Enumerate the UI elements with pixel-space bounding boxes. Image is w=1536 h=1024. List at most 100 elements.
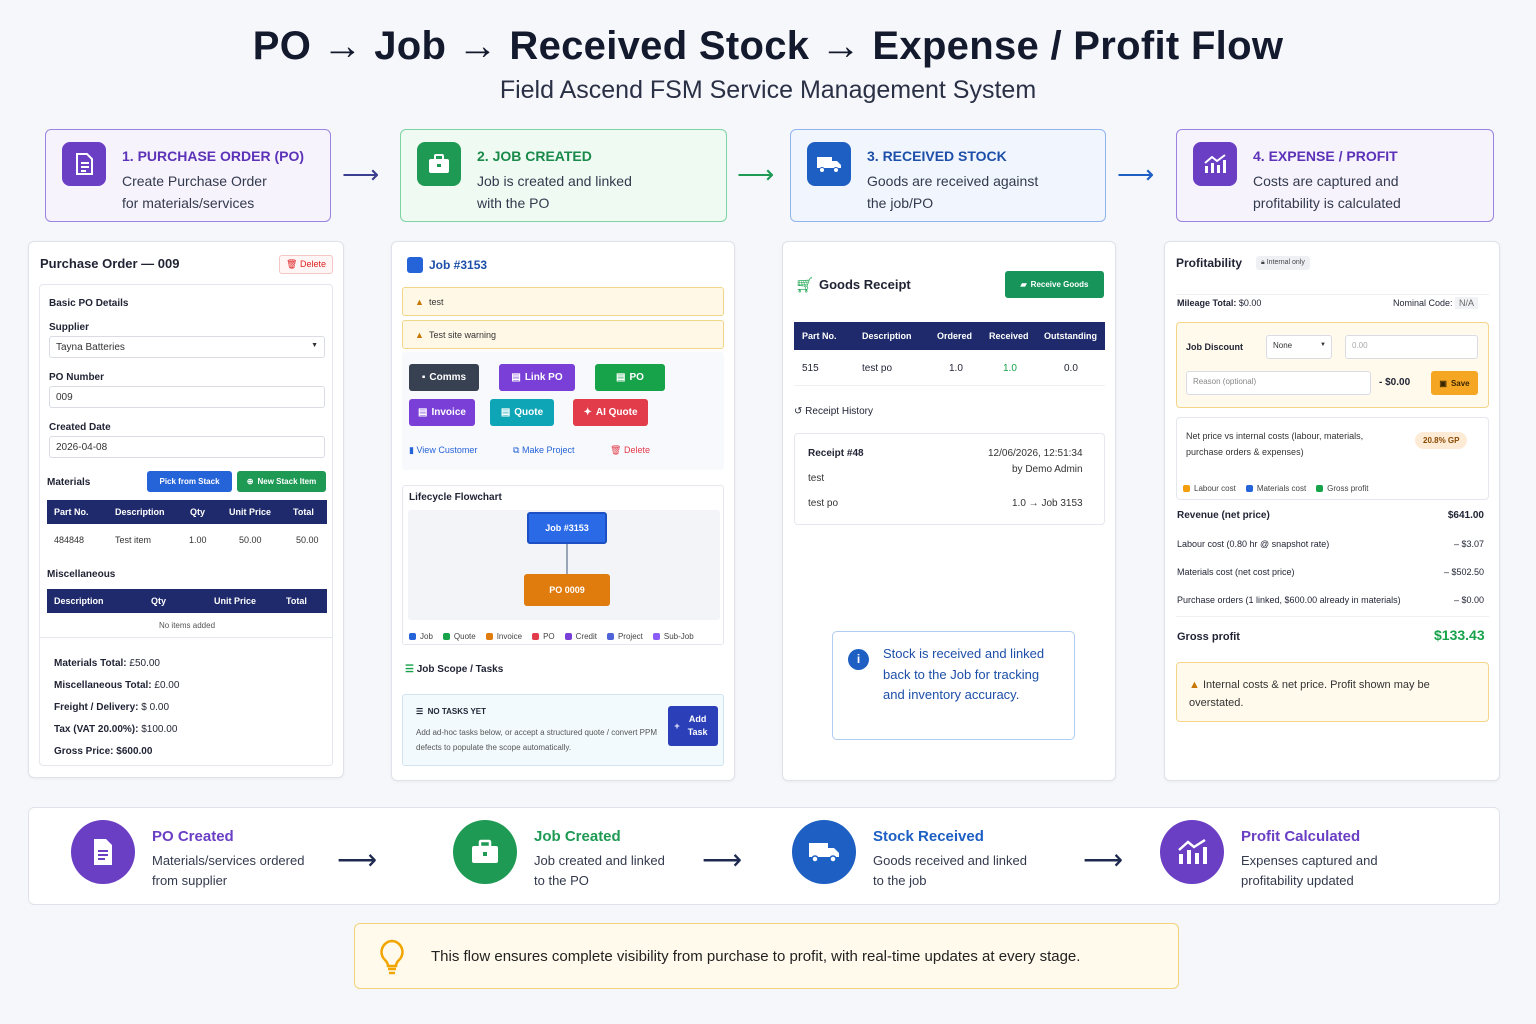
ai-quote-button[interactable]: ✦ AI Quote [573, 399, 648, 426]
materials-table-header: Part No. Description Qty Unit Price Tota… [47, 500, 327, 524]
warning-text: Test site warning [428, 330, 496, 340]
totals-label: Gross Price: [54, 746, 114, 757]
new-stack-label: New Stack Item [257, 477, 317, 486]
node-label: Job #3153 [545, 523, 589, 533]
col-header: Unit Price [214, 596, 257, 606]
chart-icon [1160, 820, 1224, 884]
receipt-line-value: 1.0 → Job 3153 [1012, 498, 1083, 509]
doc-icon: ▤ [500, 407, 511, 418]
cell: 515 [802, 363, 819, 374]
receipt-history-title: ↺ Receipt History [794, 406, 873, 417]
invoice-button[interactable]: ▤ Invoice [409, 399, 475, 426]
button-label: PO [629, 372, 644, 383]
gp-badge: 20.8% GP [1415, 432, 1468, 449]
receive-goods-button[interactable]: ▰ Receive Goods [1005, 271, 1104, 298]
materials-label: Materials [47, 477, 91, 488]
new-stack-item-button[interactable]: ⊕ New Stack Item [237, 471, 326, 492]
divider [1176, 294, 1489, 295]
step-title: 2. JOB CREATED [477, 148, 592, 164]
totals-value: $100.00 [141, 724, 178, 735]
table-row[interactable]: 515 test po 1.0 1.0 0.0 [794, 350, 1105, 386]
delete-job-link[interactable]: 🗑 Delete [610, 445, 650, 456]
totals-value: $600.00 [116, 746, 153, 757]
cell: 50.00 [296, 535, 319, 545]
arrow-icon: ⟶ [702, 844, 743, 875]
po-number-label: PO Number [49, 372, 105, 383]
view-customer-link[interactable]: ▮ View Customer [409, 445, 477, 456]
link-po-button[interactable]: ▤ Link PO [499, 364, 575, 391]
delete-button[interactable]: 🗑 Delete [279, 255, 333, 274]
supplier-value: Tayna Batteries [56, 342, 125, 353]
totals-row: Tax (VAT 20.00%): $100.00 [54, 719, 179, 741]
step-received-stock: 3. RECEIVED STOCK Goods are received agai… [790, 129, 1106, 222]
supplier-select[interactable]: Tayna Batteries ▼ [49, 336, 325, 358]
bottom-step-job: Job Created Job created and linked to the… [453, 820, 665, 891]
bottom-step-desc: Expenses captured and profitability upda… [1241, 853, 1378, 888]
save-button[interactable]: ▣ Save [1431, 371, 1478, 395]
legend-item: Credit [564, 632, 597, 641]
list-icon: ☰ [416, 707, 424, 716]
make-project-link[interactable]: ⧉ Make Project [513, 445, 574, 456]
warning-text: test [428, 297, 444, 307]
step-purchase-order: 1. PURCHASE ORDER (PO) Create Purchase Or… [45, 129, 331, 222]
col-header: Qty [151, 596, 167, 606]
totals-value: £0.00 [154, 680, 180, 691]
date-label: Created Date [49, 422, 111, 433]
save-label: Save [1450, 378, 1470, 388]
bottom-step-title: PO Created [152, 828, 234, 845]
profit-warning-text: ▲ Internal costs & net price. Profit sho… [1189, 676, 1449, 712]
col-header: Description [54, 596, 104, 606]
button-label: AI Quote [595, 407, 638, 418]
quote-button[interactable]: ▤ Quote [490, 399, 554, 426]
step-desc: Job is created and linked with the PO [477, 173, 632, 211]
receive-label: Receive Goods [1030, 280, 1089, 289]
legend-item: Sub-Job [652, 632, 694, 641]
job-panel: Job #3153 ▲ test ▲ Test site warning ▪ Co… [391, 241, 735, 781]
col-header: Outstanding [1044, 331, 1097, 341]
cart-icon: 🛒︎ [795, 277, 815, 294]
bottom-step-desc: Job created and linked to the PO [534, 853, 665, 888]
totals-label: Miscellaneous Total: [54, 680, 152, 691]
briefcase-icon [417, 142, 461, 186]
no-tasks-title: ☰ NO TASKS YET [416, 707, 486, 716]
arrow-icon: ⟶ [1117, 159, 1155, 189]
flow-node-po[interactable]: PO 0009 [524, 574, 610, 606]
pick-stack-label: Pick from Stack [159, 477, 220, 486]
cell: 50.00 [239, 535, 262, 545]
discount-type-select[interactable]: None ▼ [1266, 335, 1332, 359]
comms-button[interactable]: ▪ Comms [409, 364, 479, 391]
legend-item: Job [409, 632, 433, 641]
pick-from-stack-button[interactable]: Pick from Stack [147, 471, 232, 492]
warning-banner: ▲ test [402, 287, 724, 316]
row-label: Materials cost (net cost price) [1177, 567, 1295, 577]
po-button[interactable]: ▤ PO [595, 364, 665, 391]
col-header: Ordered [937, 331, 973, 341]
chart-icon [1193, 142, 1237, 186]
date-input[interactable]: 2026-04-08 [49, 436, 325, 458]
footer-text: This flow ensures complete visibility fr… [431, 948, 1081, 965]
receipt-title: Receipt #48 [808, 448, 864, 459]
plus-icon: + [674, 720, 680, 731]
col-header: Part No. [54, 507, 89, 517]
reason-input[interactable]: Reason (optional) [1186, 371, 1371, 395]
cost-legend: Labour cost Materials cost Gross profit [1183, 479, 1379, 497]
table-row[interactable]: 484848 Test item 1.00 50.00 50.00 [47, 526, 327, 554]
po-number-input[interactable]: 009 [49, 386, 325, 408]
add-task-button[interactable]: + Add Task [668, 706, 718, 746]
row-value: – $3.07 [1453, 539, 1484, 549]
row-label: Purchase orders (1 linked, $600.00 alrea… [1177, 595, 1401, 605]
totals-row: Freight / Delivery: $ 0.00 [54, 697, 179, 719]
trash-icon: 🗑 [286, 259, 298, 269]
col-header: Qty [190, 507, 206, 517]
legend-item: Materials cost [1245, 484, 1306, 493]
revenue-row: Revenue (net price) $641.00 [1177, 510, 1484, 521]
warning-text: Internal costs & net price. Profit shown… [1189, 679, 1430, 709]
flow-node-job[interactable]: Job #3153 [527, 512, 607, 544]
col-header: Total [286, 596, 307, 606]
page-subtitle: Field Ascend FSM Service Management Syst… [499, 76, 1037, 104]
history-icon: ↺ [794, 406, 803, 417]
cell: 0.0 [1064, 363, 1078, 374]
receipt-card[interactable] [794, 433, 1105, 525]
step-desc: Costs are captured and profitability is … [1253, 173, 1401, 211]
discount-value-input[interactable]: 0.00 [1345, 335, 1478, 359]
